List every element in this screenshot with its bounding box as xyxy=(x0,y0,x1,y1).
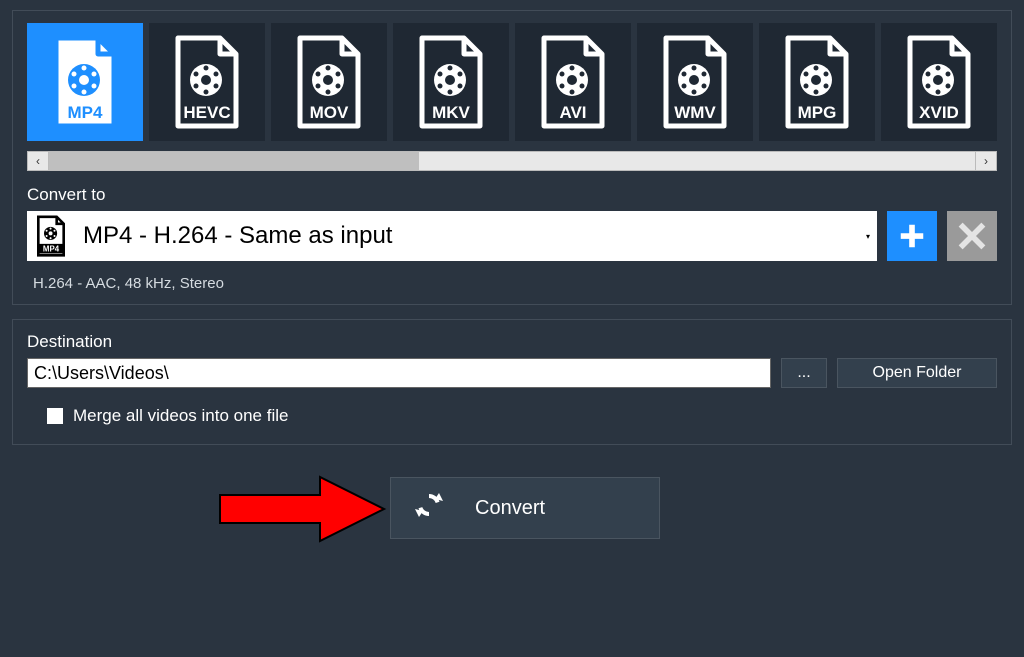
destination-row: ... Open Folder xyxy=(27,358,997,388)
convert-button[interactable]: Convert xyxy=(390,477,660,539)
format-panel: MP4 HEVC MOV MKV AVI WMV xyxy=(12,10,1012,305)
convert-to-select[interactable]: MP4 MP4 - H.264 - Same as input ▾ xyxy=(27,211,877,261)
convert-to-label: Convert to xyxy=(27,185,997,205)
convert-to-format-icon: MP4 xyxy=(27,215,75,257)
convert-to-selected-text: MP4 - H.264 - Same as input xyxy=(75,222,859,250)
formats-row: MP4 HEVC MOV MKV AVI WMV xyxy=(27,23,997,141)
format-tile-xvid[interactable]: XVID xyxy=(881,23,997,141)
format-tile-mp4[interactable]: MP4 xyxy=(27,23,143,141)
svg-text:AVI: AVI xyxy=(559,103,586,122)
scroll-thumb[interactable] xyxy=(49,152,419,170)
svg-text:MOV: MOV xyxy=(310,103,349,122)
svg-text:HEVC: HEVC xyxy=(183,103,230,122)
merge-checkbox[interactable] xyxy=(47,408,63,424)
format-tile-wmv[interactable]: WMV xyxy=(637,23,753,141)
convert-button-label: Convert xyxy=(475,497,545,520)
svg-text:MP4: MP4 xyxy=(68,103,104,122)
merge-row: Merge all videos into one file xyxy=(27,406,997,426)
scroll-right-button[interactable]: › xyxy=(975,151,997,171)
svg-text:MKV: MKV xyxy=(432,103,470,122)
callout-arrow-icon xyxy=(212,473,392,545)
svg-text:XVID: XVID xyxy=(919,103,959,122)
scroll-left-button[interactable]: ‹ xyxy=(27,151,49,171)
format-tile-hevc[interactable]: HEVC xyxy=(149,23,265,141)
destination-label: Destination xyxy=(27,332,997,352)
destination-input[interactable] xyxy=(27,358,771,388)
format-tile-mpg[interactable]: MPG xyxy=(759,23,875,141)
chevron-down-icon: ▾ xyxy=(859,232,877,241)
scroll-track[interactable] xyxy=(49,151,975,171)
refresh-icon xyxy=(413,489,445,527)
format-tile-avi[interactable]: AVI xyxy=(515,23,631,141)
convert-area: Convert xyxy=(12,459,1012,559)
format-tile-mkv[interactable]: MKV xyxy=(393,23,509,141)
convert-to-row: MP4 MP4 - H.264 - Same as input ▾ xyxy=(27,211,997,261)
open-folder-button[interactable]: Open Folder xyxy=(837,358,997,388)
browse-button[interactable]: ... xyxy=(781,358,827,388)
svg-text:MPG: MPG xyxy=(798,103,837,122)
svg-text:WMV: WMV xyxy=(674,103,716,122)
formats-scrollbar[interactable]: ‹ › xyxy=(27,151,997,171)
delete-preset-button[interactable] xyxy=(947,211,997,261)
format-tile-mov[interactable]: MOV xyxy=(271,23,387,141)
merge-label: Merge all videos into one file xyxy=(73,406,288,426)
codec-info: H.264 - AAC, 48 kHz, Stereo xyxy=(27,275,997,292)
svg-text:MP4: MP4 xyxy=(43,244,60,253)
add-preset-button[interactable] xyxy=(887,211,937,261)
destination-panel: Destination ... Open Folder Merge all vi… xyxy=(12,319,1012,445)
